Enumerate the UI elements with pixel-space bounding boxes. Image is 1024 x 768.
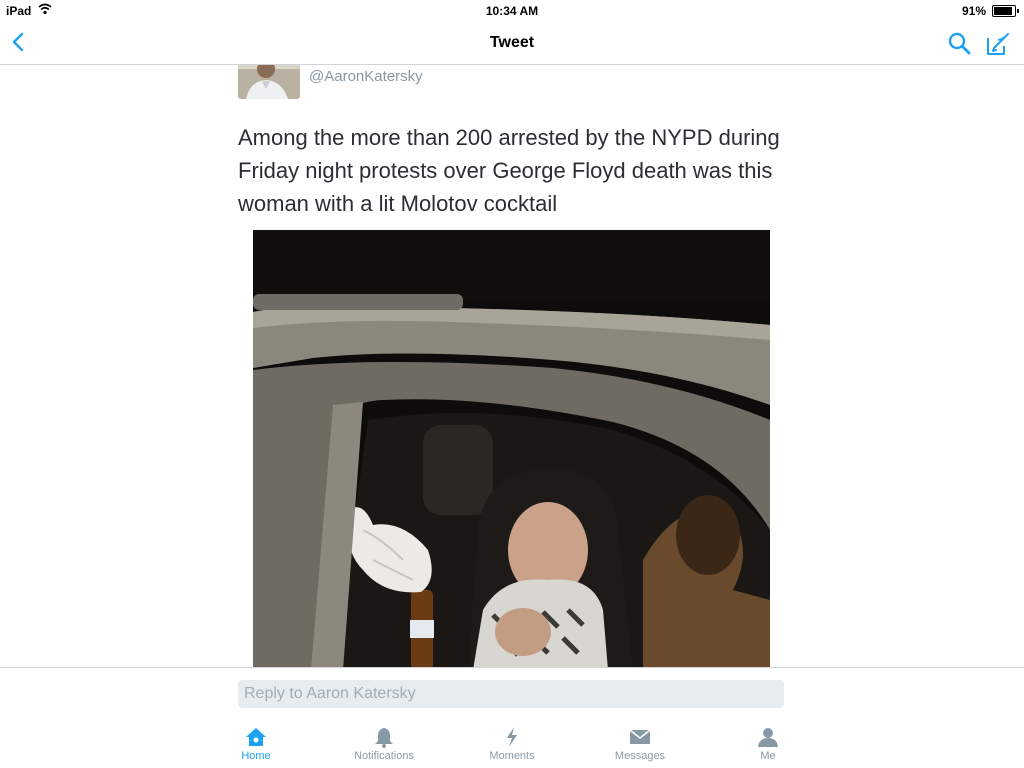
- person-icon: [758, 728, 778, 747]
- tab-label: Moments: [489, 750, 535, 762]
- tab-moments[interactable]: Moments: [457, 726, 567, 762]
- tweet-author-handle[interactable]: @AaronKatersky: [309, 68, 423, 85]
- status-bar: iPad 10:34 AM 91%: [0, 0, 1024, 22]
- tab-bar: Home Notifications Moments Messages Me: [0, 720, 1024, 768]
- tab-me[interactable]: Me: [713, 726, 823, 762]
- tweet-text: Among the more than 200 arrested by the …: [238, 125, 780, 216]
- tab-label: Home: [241, 750, 271, 762]
- lightning-icon: [507, 727, 517, 747]
- compose-tweet-button[interactable]: [984, 30, 1012, 58]
- battery-percentage: 91%: [961, 4, 986, 18]
- compose-icon: [987, 33, 1009, 55]
- clock: 10:34 AM: [485, 4, 539, 18]
- tab-notifications[interactable]: Notifications: [329, 726, 439, 762]
- avatar[interactable]: [238, 65, 300, 99]
- navigation-bar: Tweet: [0, 22, 1024, 65]
- search-icon: [948, 32, 971, 55]
- envelope-icon: [629, 729, 651, 744]
- home-icon: [246, 728, 266, 746]
- page-title: Tweet: [489, 34, 535, 51]
- battery-icon: [992, 5, 1019, 17]
- bell-icon: [375, 728, 393, 748]
- divider: [0, 667, 1024, 668]
- tab-messages[interactable]: Messages: [585, 726, 695, 762]
- search-button[interactable]: [946, 30, 974, 58]
- reply-input[interactable]: Reply to Aaron Katersky: [238, 680, 784, 708]
- tab-home[interactable]: Home: [201, 726, 311, 762]
- tweet-photo[interactable]: [253, 230, 770, 667]
- tab-label: Messages: [614, 750, 666, 762]
- tab-label: Notifications: [354, 750, 414, 762]
- tab-label: Me: [760, 750, 776, 762]
- tweet-detail: @AaronKatersky Among the more than 200 a…: [0, 65, 1024, 667]
